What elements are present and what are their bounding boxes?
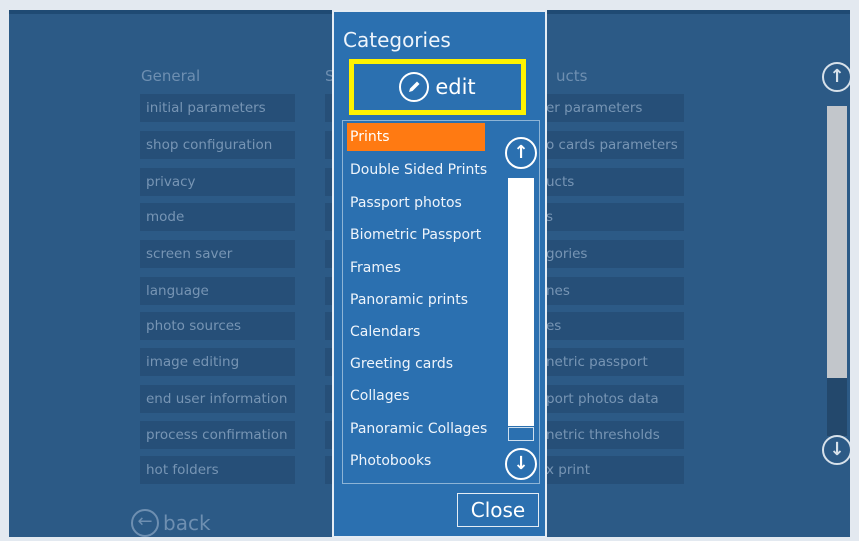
products-column-label: ucts (556, 67, 588, 85)
index-print-button[interactable]: x print (544, 456, 684, 484)
products-button[interactable]: ucts (544, 168, 684, 196)
page-scroll-up-icon[interactable]: ↑ (822, 62, 850, 92)
styles-button[interactable]: es (544, 312, 684, 340)
hot-folders-button[interactable]: hot folders (140, 456, 295, 484)
biometric-passport-button[interactable]: netric passport (544, 348, 684, 376)
general-column-label: General (141, 67, 201, 85)
passport-photos-data-button[interactable]: port photos data (544, 385, 684, 413)
arrow-left-circle-icon: ← (131, 509, 159, 537)
screen-saver-button[interactable]: screen saver (140, 240, 295, 268)
category-item-prints[interactable]: Prints (347, 123, 485, 151)
categories-button[interactable]: gories (544, 240, 684, 268)
printer-parameters-button[interactable]: er parameters (544, 94, 684, 122)
category-item-collages[interactable]: Collages (347, 382, 410, 410)
edit-label: edit (435, 75, 476, 99)
category-item-panoramic-collages[interactable]: Panoramic Collages (347, 415, 487, 443)
list-scroll-up-icon[interactable]: ↑ (505, 137, 537, 169)
back-button[interactable]: ← back (131, 509, 211, 537)
sizes-button[interactable]: s (544, 203, 684, 231)
frames-button[interactable]: nes (544, 277, 684, 305)
list-scrollbar-track[interactable] (508, 178, 534, 426)
shop-configuration-button[interactable]: shop configuration (140, 131, 295, 159)
privacy-button[interactable]: privacy (140, 168, 295, 196)
photo-cards-parameters-button[interactable]: o cards parameters (544, 131, 684, 159)
category-item-biometric-passport[interactable]: Biometric Passport (347, 221, 481, 249)
edit-button[interactable]: edit (349, 59, 526, 115)
category-item-calendars[interactable]: Calendars (347, 318, 420, 346)
list-scrollbar-thumb[interactable] (508, 427, 534, 441)
end-user-information-button[interactable]: end user information (140, 385, 295, 413)
list-scroll-down-icon[interactable]: ↓ (505, 448, 537, 480)
photo-sources-button[interactable]: photo sources (140, 312, 295, 340)
process-confirmation-button[interactable]: process confirmation (140, 421, 295, 449)
image-editing-button[interactable]: image editing (140, 348, 295, 376)
dialog-title: Categories (343, 28, 451, 52)
page-scroll-down-icon[interactable]: ↓ (822, 435, 850, 465)
biometric-thresholds-button[interactable]: netric thresholds (544, 421, 684, 449)
pencil-circle-icon (399, 72, 430, 102)
categories-dialog: Categories edit Prints Double Sided Prin… (332, 10, 547, 538)
category-item-greeting-cards[interactable]: Greeting cards (347, 350, 453, 378)
initial-parameters-button[interactable]: initial parameters (140, 94, 295, 122)
language-button[interactable]: language (140, 277, 295, 305)
mode-button[interactable]: mode (140, 203, 295, 231)
category-item-double-sided-prints[interactable]: Double Sided Prints (347, 156, 487, 184)
category-item-panoramic-prints[interactable]: Panoramic prints (347, 286, 468, 314)
category-item-passport-photos[interactable]: Passport photos (347, 189, 462, 217)
categories-list: Prints Double Sided Prints Passport phot… (342, 120, 540, 484)
close-button[interactable]: Close (457, 493, 539, 527)
category-item-photobooks[interactable]: Photobooks (347, 447, 431, 475)
category-item-frames[interactable]: Frames (347, 254, 401, 282)
back-label: back (163, 511, 211, 535)
page-scrollbar-track[interactable] (827, 106, 847, 378)
